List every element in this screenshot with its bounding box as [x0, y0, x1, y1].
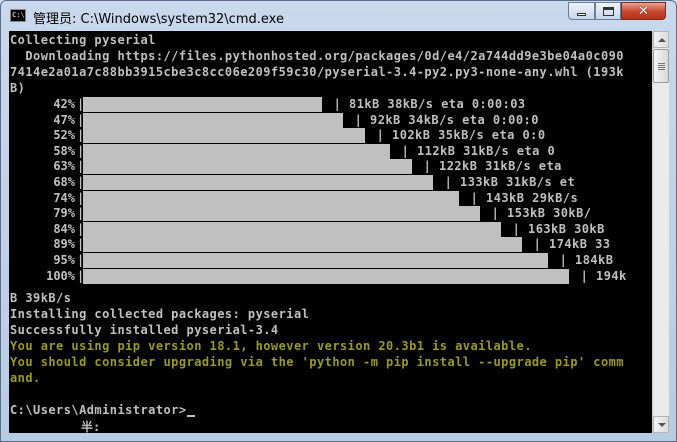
progress-bar-fill: [83, 237, 522, 252]
maximize-icon: [602, 6, 614, 16]
progress-bar-fill: [83, 159, 412, 174]
progress-rate-text: | 122kB 31kB/s eta: [416, 159, 562, 173]
progress-bar-fill: [83, 191, 459, 206]
title-bar[interactable]: C:\ 管理员: C:\Windows\system32\cmd.exe ✕: [1, 1, 676, 31]
console-line: Downloading https://files.pythonhosted.o…: [10, 49, 624, 63]
text-cursor: [186, 415, 195, 417]
arrow-up-icon: [658, 38, 666, 42]
close-button[interactable]: ✕: [621, 2, 666, 20]
maximize-button[interactable]: [595, 2, 621, 20]
console-line: 7414e2a01a7c88bb3915cbe3c8cc06e209f59c30…: [10, 65, 624, 79]
progress-rate-text: | 194k: [573, 269, 627, 283]
progress-bar-fill: [83, 206, 480, 221]
progress-percent: 47%: [53, 113, 75, 127]
pip-warning-line: and.: [10, 371, 41, 385]
progress-rate-text: | 92kB 34kB/s eta 0:00:0: [347, 113, 539, 127]
cmd-window: C:\ 管理员: C:\Windows\system32\cmd.exe ✕ C…: [0, 0, 677, 442]
scroll-up-button[interactable]: [653, 31, 669, 48]
progress-rate-text: | 112kB 31kB/s eta 0: [394, 144, 556, 158]
console-line: B): [10, 81, 26, 95]
progress-bar-fill: [83, 128, 365, 143]
progress-rate-text: | 81kB 38kB/s eta 0:00:03: [326, 97, 526, 111]
progress-percent: 79%: [53, 206, 75, 220]
progress-percent: 58%: [53, 144, 75, 158]
progress-bar-fill: [83, 175, 433, 190]
minimize-icon: [577, 12, 586, 16]
console-line: Installing collected packages: pyserial: [10, 307, 310, 321]
progress-percent: 68%: [53, 175, 75, 189]
progress-bar-fill: [83, 253, 548, 268]
progress-percent: 100%: [46, 269, 75, 283]
ime-indicator: 半:: [81, 420, 101, 433]
progress-rate-text: | 102kB 35kB/s eta 0:0: [369, 128, 546, 142]
vertical-scrollbar[interactable]: [652, 31, 669, 433]
console-line: Successfully installed pyserial-3.4: [10, 323, 279, 337]
progress-percent: 42%: [53, 97, 75, 111]
progress-rate-text: | 174kB 33: [526, 237, 611, 251]
command-prompt[interactable]: C:\Users\Administrator>: [10, 402, 195, 418]
progress-bar-fill: [83, 113, 343, 128]
progress-percent: 74%: [53, 191, 75, 205]
progress-percent: 95%: [53, 253, 75, 267]
console-output[interactable]: Collecting pyserial Downloading https://…: [9, 31, 652, 433]
pip-warning-line: You should consider upgrading via the 'p…: [10, 355, 624, 369]
progress-bar-fill: [83, 222, 501, 237]
scroll-down-button[interactable]: [653, 416, 669, 433]
minimize-button[interactable]: [568, 2, 595, 20]
console-line: Collecting pyserial: [10, 33, 156, 47]
progress-percent: 89%: [53, 237, 75, 251]
window-title: 管理员: C:\Windows\system32\cmd.exe: [33, 12, 284, 27]
prompt-text: C:\Users\Administrator>: [10, 403, 187, 417]
progress-bar-fill: [83, 144, 390, 159]
close-icon: ✕: [638, 3, 649, 19]
progress-rate-text: | 133kB 31kB/s et: [437, 175, 576, 189]
arrow-down-icon: [658, 423, 666, 427]
progress-rate-text: | 184kB: [552, 253, 614, 267]
pip-warning-line: You are using pip version 18.1, however …: [10, 339, 532, 353]
progress-percent: 63%: [53, 159, 75, 173]
cmd-icon-text: C:\: [12, 11, 25, 19]
scroll-thumb[interactable]: [653, 49, 669, 83]
progress-rate-text: | 163kB 30kB: [505, 222, 605, 236]
progress-percent: 52%: [53, 128, 75, 142]
cmd-icon[interactable]: C:\: [10, 9, 26, 22]
progress-rate-text: | 153kB 30kB/: [484, 206, 592, 220]
progress-percent: 84%: [53, 222, 75, 236]
progress-bar-fill: [83, 269, 569, 284]
progress-rate-text: | 143kB 29kB/s: [463, 191, 579, 205]
progress-bar-fill: [83, 97, 322, 112]
console-line: B 39kB/s: [10, 291, 72, 305]
